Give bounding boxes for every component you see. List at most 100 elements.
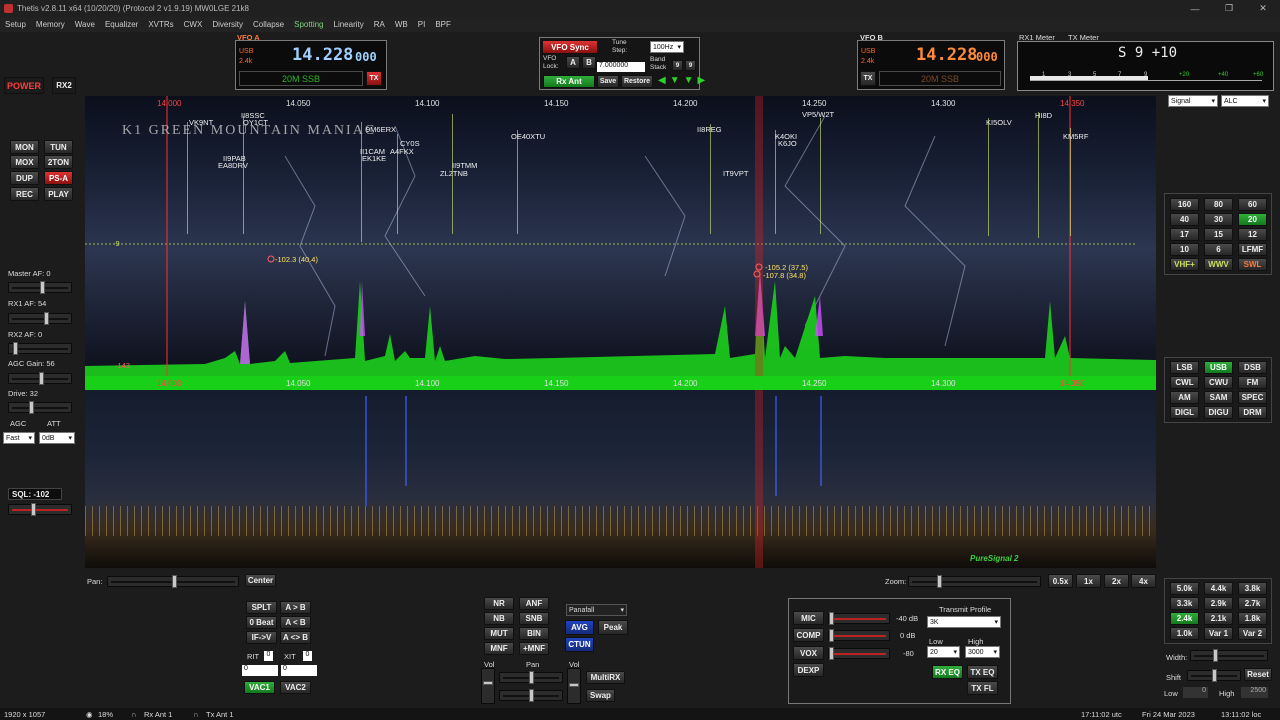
menu-bpf[interactable]: BPF [430,20,456,29]
rx-meter-select[interactable]: Signal [1168,95,1218,107]
nr-button[interactable]: NR [484,597,514,610]
ps-a-button[interactable]: PS-A [44,171,73,185]
filter-button-4-4k[interactable]: 4.4k [1204,582,1233,595]
filter-button-2-4k[interactable]: 2.4k [1170,612,1199,625]
filter-button-2-1k[interactable]: 2.1k [1204,612,1233,625]
vac1-button[interactable]: VAC1 [244,681,275,694]
2ton-button[interactable]: 2TON [44,155,73,169]
band-button-12[interactable]: 12 [1238,228,1267,241]
mode-button-digu[interactable]: DIGU [1204,406,1233,419]
menu-setup[interactable]: Setup [0,20,31,29]
tx-low-field[interactable]: 20 [927,646,960,658]
display-mode-select[interactable]: Panafall [566,604,627,616]
swap-button[interactable]: Swap [586,689,615,702]
width-slider[interactable] [1190,649,1268,662]
spot-ii8reg[interactable]: II8REG [697,125,722,134]
spot-vp5-w2t[interactable]: VP5/W2T [802,110,834,119]
zoom-1x-button[interactable]: 1x [1076,574,1101,588]
vol-rx2-slider[interactable] [567,668,581,704]
spot-zl2tnb[interactable]: ZL2TNB [440,169,468,178]
minimize-icon[interactable]: — [1178,0,1212,17]
band-button-40[interactable]: 40 [1170,213,1199,226]
pan-slider[interactable] [107,575,239,588]
shift-reset-button[interactable]: Reset [1244,668,1272,681]
band-button-15[interactable]: 15 [1204,228,1233,241]
dexp-button[interactable]: DEXP [793,663,824,677]
band-button-6[interactable]: 6 [1204,243,1233,256]
band-button-wwv[interactable]: WWV [1204,258,1233,271]
menu-cwx[interactable]: CWX [179,20,208,29]
mic-slider[interactable] [828,612,890,625]
xit-toggle[interactable]: 0 [303,651,312,661]
mode-button-drm[interactable]: DRM [1238,406,1267,419]
spot-oe40xtu[interactable]: OE40XTU [511,132,545,141]
menu-equalizer[interactable]: Equalizer [100,20,143,29]
menu-xvtrs[interactable]: XVTRs [143,20,178,29]
vfo-lock-a-button[interactable]: A [566,56,580,69]
drive-slider[interactable] [8,401,72,414]
close-icon[interactable]: ✕ [1246,0,1280,17]
mnf-button[interactable]: MNF [484,642,514,655]
ctun-button[interactable]: CTUN [565,637,594,652]
anf-button[interactable]: ANF [519,597,549,610]
filter-button-3-3k[interactable]: 3.3k [1170,597,1199,610]
mode-button-fm[interactable]: FM [1238,376,1267,389]
spot-it9vpt[interactable]: IT9VPT [723,169,748,178]
spot-ki5olv[interactable]: KI5OLV [986,118,1012,127]
vac2-button[interactable]: VAC2 [280,681,311,694]
mode-button-spec[interactable]: SPEC [1238,391,1267,404]
menu-wb[interactable]: WB [390,20,413,29]
sql-button[interactable]: SQL: -102 [8,488,62,500]
mode-button-sam[interactable]: SAM [1204,391,1233,404]
bin-button[interactable]: BIN [519,627,549,640]
rx-ant-button[interactable]: Rx Ant [543,75,595,88]
tun-button[interactable]: TUN [44,140,73,154]
center-button[interactable]: Center [245,574,276,587]
if-to-v-button[interactable]: IF->V [246,631,277,644]
snb-button[interactable]: SNB [519,612,549,625]
att-select[interactable]: 0dB [39,432,75,444]
peak-button[interactable]: Peak [598,620,628,635]
spectrum-display[interactable]: K1 GREEN MOUNTAIN MANIAC VK9NT II8SSC OY… [85,96,1156,376]
filter-button-1-8k[interactable]: 1.8k [1238,612,1267,625]
filter-button-1-0k[interactable]: 1.0k [1170,627,1199,640]
rx1-af-slider[interactable] [8,312,72,325]
save-button[interactable]: Save [597,75,619,88]
filter-button-var-2[interactable]: Var 2 [1238,627,1267,640]
xit-value-field[interactable]: 0 [281,665,317,676]
zoom-slider[interactable] [908,575,1041,588]
rx2-af-slider[interactable] [8,342,72,355]
tx-eq-button[interactable]: TX EQ [967,665,998,679]
master-af-slider[interactable] [8,281,72,294]
band-button-60[interactable]: 60 [1238,198,1267,211]
play-button[interactable]: PLAY [44,187,73,201]
mon-button[interactable]: MON [10,140,39,154]
menu-linearity[interactable]: Linearity [329,20,369,29]
menu-collapse[interactable]: Collapse [248,20,289,29]
band-stack-1[interactable]: 9 [672,60,683,71]
mode-button-am[interactable]: AM [1170,391,1199,404]
split-button[interactable]: SPLT [246,601,277,614]
tx-meter-select[interactable]: ALC [1221,95,1269,107]
mode-button-cwu[interactable]: CWU [1204,376,1233,389]
spot-9m6erx[interactable]: 9M6ERX [366,125,396,134]
menu-wave[interactable]: Wave [70,20,100,29]
restore-button[interactable]: Restore [621,75,653,88]
rx2-button[interactable]: RX2 [52,77,76,94]
vfo-b-frequency-hz[interactable]: 000 [976,50,998,64]
filter-button-3-8k[interactable]: 3.8k [1238,582,1267,595]
restore-icon[interactable]: ❐ [1212,0,1246,17]
power-button[interactable]: POWER [4,77,44,94]
tx-profile-select[interactable]: 3K [927,616,1001,628]
tune-step-select[interactable]: 100Hz [650,41,684,53]
spot-oy1ct[interactable]: OY1CT [243,118,268,127]
menu-ra[interactable]: RA [369,20,390,29]
shift-slider[interactable] [1187,669,1241,682]
vfo-b-frequency[interactable]: 14.228 [916,45,977,65]
dup-button[interactable]: DUP [10,171,39,185]
band-button-swl[interactable]: SWL [1238,258,1267,271]
waterfall-display[interactable]: PureSignal 2 [85,376,1156,568]
pan-rx2-slider[interactable] [499,689,563,702]
filter-button-2-9k[interactable]: 2.9k [1204,597,1233,610]
comp-button[interactable]: COMP [793,628,824,642]
